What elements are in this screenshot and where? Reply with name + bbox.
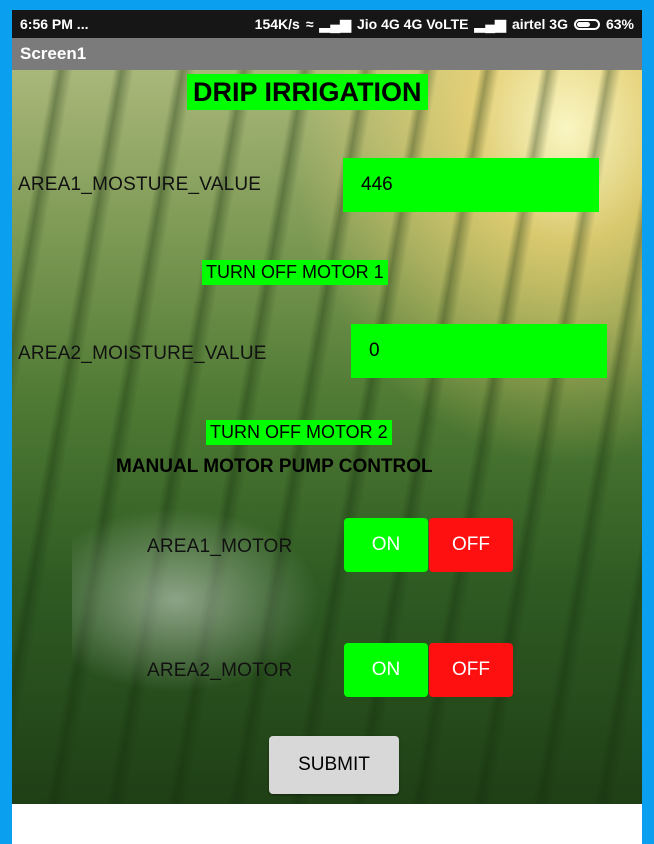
main-screen: DRIP IRRIGATION AREA1_MOSTURE_VALUE 446 … bbox=[12, 70, 642, 804]
battery-level: 63% bbox=[605, 16, 634, 32]
area1-motor-label: AREA1_MOTOR bbox=[147, 536, 293, 557]
area2-motor-on-button[interactable]: ON bbox=[344, 643, 428, 697]
area1-motor-status: TURN OFF MOTOR 1 bbox=[202, 260, 388, 285]
area1-motor-off-button[interactable]: OFF bbox=[429, 518, 513, 572]
app-title: Screen1 bbox=[20, 44, 87, 63]
area2-motor-label: AREA2_MOTOR bbox=[147, 660, 293, 681]
submit-button[interactable]: SUBMIT bbox=[269, 736, 399, 794]
app-title-bar: Screen1 bbox=[12, 38, 642, 70]
area2-moisture-label: AREA2_MOISTURE_VALUE bbox=[18, 343, 267, 364]
area2-motor-off-button[interactable]: OFF bbox=[429, 643, 513, 697]
bottom-blank-area bbox=[12, 804, 642, 844]
net-speed: 154K/s bbox=[254, 16, 300, 32]
wifi-icon: ≈ bbox=[305, 16, 314, 32]
page-title: DRIP IRRIGATION bbox=[187, 74, 428, 110]
area1-motor-on-button[interactable]: ON bbox=[344, 518, 428, 572]
status-bar: 6:56 PM ... 154K/s ≈ ▂▄▆ Jio 4G 4G VoLTE… bbox=[12, 10, 642, 38]
area1-moisture-label: AREA1_MOSTURE_VALUE bbox=[18, 174, 262, 195]
battery-icon bbox=[573, 18, 600, 30]
carrier-1: Jio 4G 4G VoLTE bbox=[356, 16, 469, 32]
carrier-2: airtel 3G bbox=[511, 16, 568, 32]
manual-control-title: MANUAL MOTOR PUMP CONTROL bbox=[116, 456, 433, 477]
signal-icon-2: ▂▄▆ bbox=[474, 15, 506, 32]
area2-motor-status: TURN OFF MOTOR 2 bbox=[206, 420, 392, 445]
area1-moisture-field[interactable]: 446 bbox=[343, 158, 599, 212]
status-right: 154K/s ≈ ▂▄▆ Jio 4G 4G VoLTE ▂▄▆ airtel … bbox=[255, 16, 634, 33]
signal-icon: ▂▄▆ bbox=[319, 15, 351, 32]
area2-moisture-field[interactable]: 0 bbox=[351, 324, 607, 378]
status-time: 6:56 PM ... bbox=[20, 16, 89, 32]
